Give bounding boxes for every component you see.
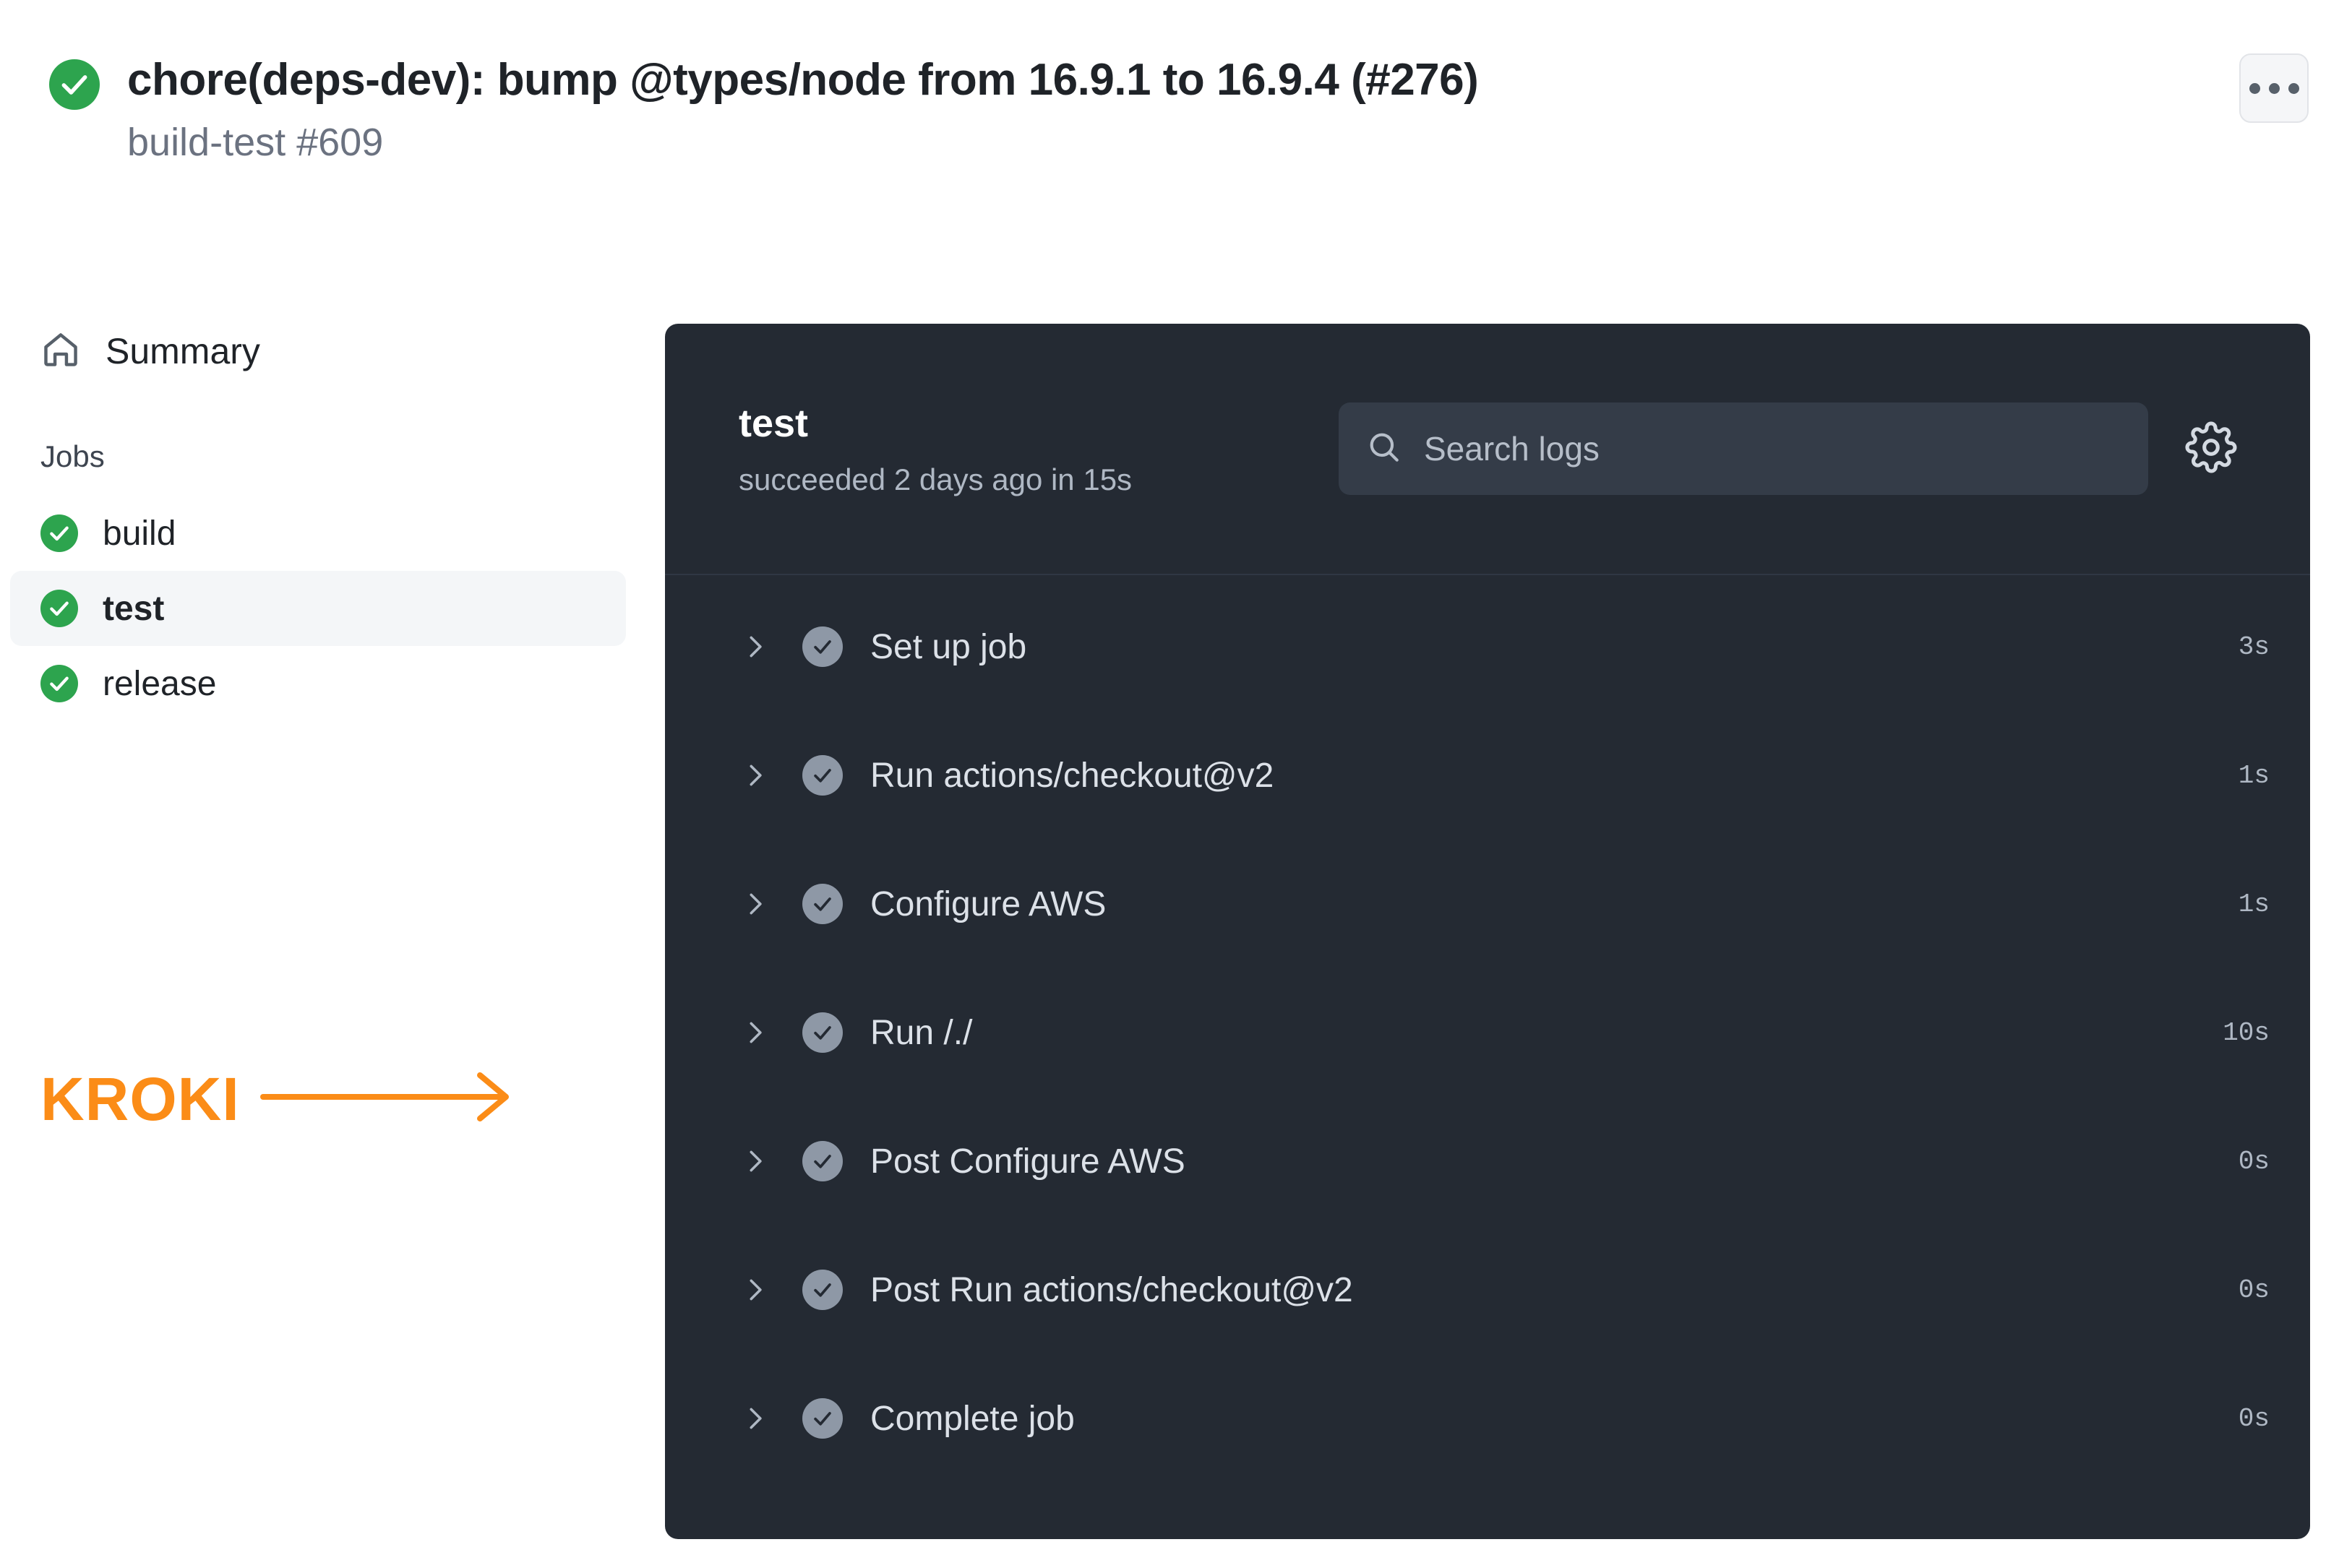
step-label: Run actions/checkout@v2 — [870, 756, 1274, 795]
log-job-status: succeeded 2 days ago in 15s — [739, 462, 1133, 497]
step-label: Post Run actions/checkout@v2 — [870, 1270, 1353, 1309]
log-job-title: test — [739, 401, 809, 445]
table-row[interactable]: Run actions/checkout@v2 1s — [665, 711, 2310, 840]
check-circle-icon — [802, 1141, 843, 1181]
log-header-titles: test succeeded 2 days ago in 15s — [739, 400, 1339, 498]
log-panel-header: test succeeded 2 days ago in 15s Search … — [665, 324, 2310, 575]
sidebar-item-label: test — [103, 589, 165, 628]
header-titles: chore(deps-dev): bump @types/node from 1… — [127, 52, 1479, 168]
check-circle-icon — [802, 755, 843, 796]
chevron-right-icon[interactable] — [739, 1147, 771, 1175]
search-icon — [1366, 429, 1402, 469]
more-options-button[interactable] — [2239, 53, 2309, 123]
job-log-panel: test succeeded 2 days ago in 15s Search … — [665, 324, 2310, 1539]
chevron-right-icon[interactable] — [739, 1405, 771, 1432]
table-row[interactable]: Complete job 0s — [665, 1354, 2310, 1483]
step-duration: 1s — [2238, 760, 2270, 791]
chevron-right-icon[interactable] — [739, 890, 771, 918]
page-title: chore(deps-dev): bump @types/node from 1… — [127, 55, 1479, 105]
step-label: Run /./ — [870, 1013, 973, 1052]
check-circle-icon — [802, 1398, 843, 1439]
home-icon — [40, 329, 81, 374]
kebab-horizontal-icon — [2288, 82, 2299, 94]
chevron-right-icon[interactable] — [739, 633, 771, 660]
steps-list: Set up job 3s Run actions/checkout@v2 1s — [665, 575, 2310, 1483]
jobs-heading: Jobs — [40, 439, 105, 473]
check-circle-icon — [802, 884, 843, 924]
sidebar-item-test[interactable]: test — [10, 571, 626, 646]
table-row[interactable]: Post Configure AWS 0s — [665, 1097, 2310, 1225]
sidebar-item-label: build — [103, 514, 176, 553]
workflow-run-subtitle: build-test #609 — [127, 120, 384, 164]
kebab-horizontal-icon — [2249, 82, 2260, 94]
check-circle-icon — [802, 626, 843, 667]
sidebar-item-release[interactable]: release — [10, 646, 626, 721]
sidebar-item-label: Summary — [106, 331, 260, 371]
step-label: Complete job — [870, 1399, 1075, 1438]
step-duration: 0s — [2238, 1403, 2270, 1434]
arrow-right-icon — [259, 1068, 519, 1129]
check-circle-icon — [40, 665, 78, 702]
step-duration: 0s — [2238, 1275, 2270, 1305]
chevron-right-icon[interactable] — [739, 1276, 771, 1304]
check-circle-icon — [802, 1012, 843, 1053]
chevron-right-icon[interactable] — [739, 1019, 771, 1046]
step-label: Set up job — [870, 627, 1027, 666]
search-input[interactable]: Search logs — [1424, 429, 1600, 468]
search-logs-box[interactable]: Search logs — [1339, 402, 2148, 495]
sidebar: Summary Jobs build test release — [0, 318, 636, 721]
check-circle-icon — [40, 590, 78, 627]
page-header: chore(deps-dev): bump @types/node from 1… — [0, 0, 2339, 275]
sidebar-item-build[interactable]: build — [10, 496, 626, 571]
step-duration: 1s — [2238, 889, 2270, 919]
step-duration: 3s — [2238, 632, 2270, 662]
log-settings-button[interactable] — [2179, 416, 2244, 481]
sidebar-item-summary[interactable]: Summary — [0, 318, 636, 384]
kroki-annotation-label: KROKI — [40, 1064, 240, 1133]
table-row[interactable]: Configure AWS 1s — [665, 840, 2310, 968]
check-circle-icon — [49, 59, 100, 110]
table-row[interactable]: Set up job 3s — [665, 582, 2310, 711]
step-duration: 10s — [2223, 1017, 2270, 1048]
table-row[interactable]: Post Run actions/checkout@v2 0s — [665, 1225, 2310, 1354]
gear-icon — [2185, 421, 2237, 477]
step-label: Configure AWS — [870, 884, 1107, 923]
check-circle-icon — [802, 1270, 843, 1310]
step-duration: 0s — [2238, 1146, 2270, 1176]
chevron-right-icon[interactable] — [739, 762, 771, 789]
table-row[interactable]: Run /./ 10s — [665, 968, 2310, 1097]
kroki-annotation: KROKI — [40, 1068, 519, 1129]
kebab-horizontal-icon — [2268, 82, 2280, 94]
header-title-block: chore(deps-dev): bump @types/node from 1… — [49, 52, 1479, 168]
sidebar-item-label: release — [103, 664, 217, 703]
step-label: Post Configure AWS — [870, 1142, 1185, 1181]
check-circle-icon — [40, 514, 78, 552]
